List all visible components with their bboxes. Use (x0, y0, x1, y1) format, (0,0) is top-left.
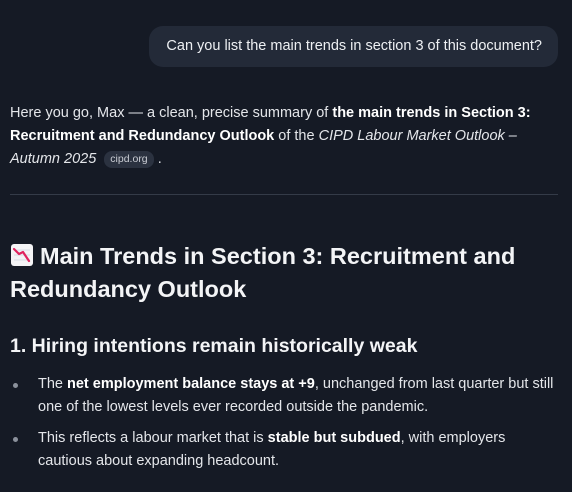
bullet-dot (13, 437, 18, 442)
intro-text-start: Here you go, Max — a clean, precise summ… (10, 105, 333, 121)
bullet-dot (13, 383, 18, 388)
reply-intro: Here you go, Max — a clean, precise summ… (10, 102, 558, 171)
assistant-reply: Here you go, Max — a clean, precise summ… (10, 102, 558, 171)
bullet-text-bold: net employment balance stays at +9 (67, 376, 315, 392)
section-heading: Main Trends in Section 3: Recruitment an… (10, 240, 558, 306)
list-item: The net employment balance stays at +9, … (10, 373, 558, 419)
user-message-bubble: Can you list the main trends in section … (149, 26, 558, 67)
bullet-text-pre: This reflects a labour market that is (38, 430, 268, 446)
intro-text-end: . (157, 151, 162, 167)
subheading-1: 1. Hiring intentions remain historically… (10, 335, 418, 357)
bullet-text-pre: The (38, 376, 68, 392)
chat-page: Can you list the main trends in section … (0, 0, 572, 492)
user-message-text: Can you list the main trends in section … (166, 38, 542, 54)
section-heading-text: Main Trends in Section 3: Recruitment an… (10, 243, 516, 302)
source-citation-chip[interactable]: cipd.org (104, 151, 154, 168)
chart-decreasing-icon (10, 243, 34, 267)
intro-text-mid: of the (274, 128, 319, 144)
trend-bullet-list: The net employment balance stays at +9, … (10, 373, 558, 481)
list-item: This reflects a labour market that is st… (10, 427, 558, 473)
section-divider (10, 194, 558, 195)
bullet-text-bold: stable but subdued (267, 430, 401, 446)
